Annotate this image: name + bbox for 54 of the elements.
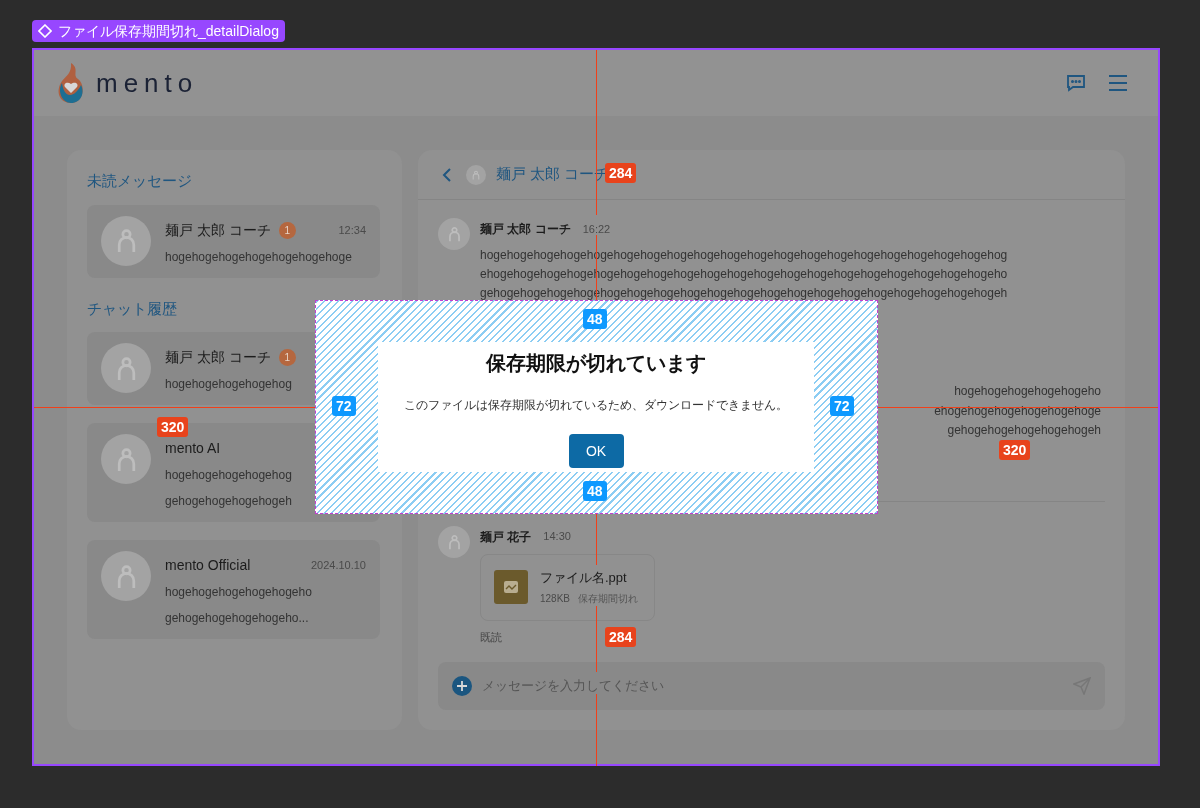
sender-name: 麺戸 花子 [480,528,532,546]
message-time: 2024.10.10 [310,558,366,574]
person-icon [115,563,137,589]
message-preview: gehogehogehogehogeh [165,493,293,510]
person-icon [472,169,480,180]
message-text: gehogehogehogehogehogeh [947,422,1101,439]
sender-name: 麺戸 太郎 コーチ [480,221,571,238]
dialog-title: 保存期限が切れています [486,351,706,376]
contact-name: 麺戸 太郎 コーチ [165,348,271,367]
diamond-icon [38,24,52,38]
add-icon[interactable] [452,676,472,696]
message-text: hogehogehogehogehogeho [954,383,1101,400]
chat-icon[interactable] [1066,74,1086,92]
message-preview: hogehogehogehogehog [165,376,293,393]
measurement-label: 72 [830,396,854,416]
frame-label[interactable]: ファイル保存期間切れ_detailDialog [32,20,285,42]
file-size: 128KB [540,592,571,607]
person-icon [115,446,137,472]
message-preview: hogehogehogehogehogeho [165,584,313,601]
message-time: 12:34 [338,222,366,238]
menu-icon[interactable] [1108,74,1128,92]
unread-badge: 1 [278,349,296,366]
measurement-label: 48 [583,309,607,329]
measurement-label: 320 [999,440,1031,460]
file-name: ファイル名.ppt [540,568,628,587]
back-icon[interactable] [442,167,452,182]
section-title: チャット履歴 [87,298,178,319]
message-time: 14:30 [543,529,571,545]
chat-list-item[interactable]: mento Official 2024.10.10 hogehogehogehogehogeho gehogehogehogehogeho... [87,540,380,639]
message-preview: gehogehogehogehogeho... [165,610,310,627]
measurement-label: 72 [332,396,356,416]
message-preview: hogehogehogehogehog [165,467,293,484]
person-icon [447,226,461,242]
contact-name: 麺戸 太郎 コーチ [165,220,271,240]
message-time: 16:22 [582,221,611,237]
unread-badge: 1 [278,221,296,239]
measurement-label: 284 [605,627,637,647]
contact-name: mento Official [165,556,251,575]
dialog-message: このファイルは保存期限が切れているため、ダウンロードできません。 [404,397,788,414]
message-text: ehogehogehogehogehogehoge [934,402,1101,420]
logo-text: mento [96,66,199,100]
person-icon [447,533,461,550]
measurement-label: 320 [157,417,189,437]
read-receipt: 既読 [480,629,502,645]
measurement-label: 48 [583,481,607,501]
chat-list-item[interactable]: 麺戸 太郎 コーチ 1 12:34 hogehogehogehogehogehogehoge [87,204,380,278]
person-icon [115,228,137,253]
ok-button[interactable]: OK [568,434,624,468]
section-title: 未読メッセージ [87,171,193,191]
contact-name: mento AI [165,439,221,458]
measurement-label: 284 [605,163,637,183]
message-preview: hogehogehogehogehogehogehoge [165,248,353,266]
image-file-icon [494,570,528,604]
person-icon [115,355,137,381]
